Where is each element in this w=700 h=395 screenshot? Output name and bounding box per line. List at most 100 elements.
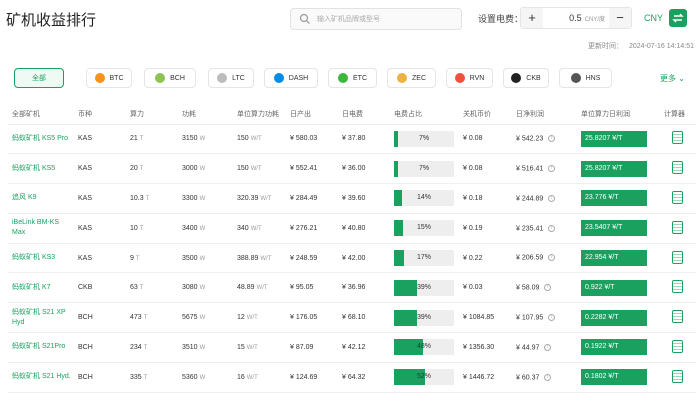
info-icon[interactable]: i: [548, 165, 556, 173]
update-label: 更新时间：: [588, 43, 623, 50]
btc-coin-icon: [94, 73, 105, 83]
power-cell-unit: W: [199, 374, 206, 381]
unit-profit-badge: 22.954 ¥/T: [581, 250, 647, 267]
power-cell-value: 5675: [182, 314, 198, 322]
search-input[interactable]: 输入矿机品牌或型号: [290, 8, 462, 30]
hns-coin-icon: [570, 73, 581, 83]
calculator-icon[interactable]: [672, 310, 683, 324]
coin-cell: KAS: [74, 243, 126, 274]
miner-name-link[interactable]: 蚂蚁矿机 S21 Hyd.: [8, 362, 74, 393]
hashrate-cell: 21 T: [126, 124, 178, 155]
hashrate-cell-value: 10: [130, 224, 138, 232]
power-cell: 3000 W: [178, 153, 233, 185]
filter-chip-全部[interactable]: 全部: [14, 68, 64, 88]
filter-chip-etc[interactable]: ETC: [328, 68, 377, 88]
calculator-icon[interactable]: [672, 220, 683, 234]
hashrate-cell-unit: T: [139, 285, 144, 292]
miner-name-link[interactable]: 追风 K9: [8, 183, 74, 214]
fee-ratio-cell: 7%: [390, 153, 459, 185]
miner-name-link[interactable]: iBeLink BM-KS Max: [8, 213, 74, 244]
info-icon[interactable]: i: [548, 314, 556, 321]
fee-ratio-bar: 15%: [394, 220, 454, 237]
increase-button[interactable]: +: [521, 8, 543, 28]
daily-fee-cell: ¥ 37.80: [338, 124, 390, 155]
info-icon[interactable]: i: [548, 224, 556, 232]
efficiency-cell: 388.89 W/T: [233, 243, 286, 274]
fee-ratio-bar: 14%: [394, 190, 454, 207]
more-filters-link[interactable]: 更多 ⌄: [660, 73, 685, 84]
miner-name-link[interactable]: 蚂蚁矿机 S21Pro: [8, 332, 74, 363]
filter-chip-rvn[interactable]: RVN: [446, 68, 493, 88]
miner-name-link[interactable]: 蚂蚁矿机 K7: [8, 272, 74, 304]
column-header[interactable]: 全部矿机: [8, 104, 74, 125]
miner-name-link[interactable]: 蚂蚁矿机 KS5: [8, 153, 74, 185]
filter-chip-btc[interactable]: BTC: [86, 68, 132, 88]
ltc-coin-icon: [217, 73, 228, 83]
calculator-icon[interactable]: [672, 161, 683, 175]
decrease-button[interactable]: −: [609, 8, 631, 28]
table-row: 蚂蚁矿机 K7 CKB 63 T 3080 W 48.89 W/T ¥ 95.05 ¥ 36.96…: [8, 272, 696, 304]
miner-name-link[interactable]: 蚂蚁矿机 KS3: [8, 243, 74, 274]
power-cell-unit: W: [199, 285, 206, 292]
efficiency-cell: 150 W/T: [233, 124, 286, 155]
miner-name-link[interactable]: 蚂蚁矿机 S21 XP Hyd: [8, 302, 74, 334]
daily-net-profit-cell: ¥ 58.09 i: [512, 272, 577, 304]
filter-chip-hns[interactable]: HNS: [559, 68, 612, 88]
info-icon[interactable]: i: [548, 194, 556, 202]
daily-fee-cell: ¥ 64.32: [338, 362, 390, 393]
column-header: 电费占比: [390, 104, 459, 125]
daily-fee-cell: ¥ 36.96: [338, 272, 390, 304]
column-header: 币种: [74, 104, 126, 125]
filter-chip-dash[interactable]: DASH: [264, 68, 318, 88]
miner-name-link[interactable]: 蚂蚁矿机 KS5 Pro: [8, 124, 74, 155]
efficiency-cell-value: 320.39: [237, 194, 259, 202]
hashrate-cell-unit: T: [135, 255, 140, 262]
hashrate-cell-unit: T: [139, 225, 144, 232]
efficiency-cell: 15 W/T: [233, 332, 286, 363]
unit-profit-cell: 22.954 ¥/T: [577, 243, 660, 274]
power-cell-unit: W: [199, 136, 206, 143]
info-icon[interactable]: i: [548, 254, 556, 262]
filter-chip-ckb[interactable]: CKB: [503, 68, 549, 88]
column-header: 单位算力日利润: [577, 104, 660, 125]
info-icon[interactable]: i: [544, 284, 552, 292]
hashrate-cell: 10.3 T: [126, 183, 178, 214]
fee-ratio-bar: 52%: [394, 369, 454, 386]
filter-chip-zec[interactable]: ZEC: [387, 68, 436, 88]
power-cell-value: 3500: [182, 254, 198, 262]
daily-output-cell: ¥ 176.05: [286, 302, 338, 334]
calculator-cell: [660, 183, 696, 214]
efficiency-cell-unit: W/T: [246, 344, 258, 351]
page-title: 矿机收益排行: [6, 12, 97, 29]
info-icon[interactable]: i: [544, 373, 552, 381]
electricity-stepper[interactable]: + 0.5 CNY/度 −: [520, 7, 632, 29]
calculator-icon[interactable]: [672, 131, 683, 145]
net-profit-value: ¥ 44.97: [516, 344, 540, 352]
hashrate-cell-unit: T: [143, 344, 148, 351]
calculator-icon[interactable]: [672, 190, 683, 204]
efficiency-cell: 12 W/T: [233, 302, 286, 334]
filter-chip-label: HNS: [585, 74, 601, 82]
efficiency-cell-value: 150: [237, 165, 249, 173]
currency-label[interactable]: CNY: [644, 13, 663, 23]
efficiency-cell-value: 388.89: [237, 254, 259, 262]
filter-chip-bch[interactable]: BCH: [144, 68, 196, 88]
daily-output-cell: ¥ 124.69: [286, 362, 338, 393]
calculator-icon[interactable]: [672, 280, 683, 294]
info-icon[interactable]: i: [548, 135, 556, 143]
hashrate-cell: 335 T: [126, 362, 178, 393]
info-icon[interactable]: i: [544, 343, 552, 351]
calculator-icon[interactable]: [672, 369, 683, 383]
daily-net-profit-cell: ¥ 44.97 i: [512, 332, 577, 363]
filter-chip-ltc[interactable]: LTC: [208, 68, 254, 88]
calculator-icon[interactable]: [672, 339, 683, 353]
coin-cell: KAS: [74, 213, 126, 244]
etc-coin-icon: [338, 73, 348, 83]
filter-chip-label: 全部: [32, 75, 46, 82]
electricity-value[interactable]: 0.5: [543, 13, 585, 23]
daily-fee-cell: ¥ 42.00: [338, 243, 390, 274]
currency-swap-button[interactable]: [669, 9, 687, 27]
calculator-icon[interactable]: [672, 250, 683, 264]
efficiency-cell-value: 150: [237, 135, 249, 143]
net-profit-value: ¥ 542.23: [516, 135, 544, 143]
